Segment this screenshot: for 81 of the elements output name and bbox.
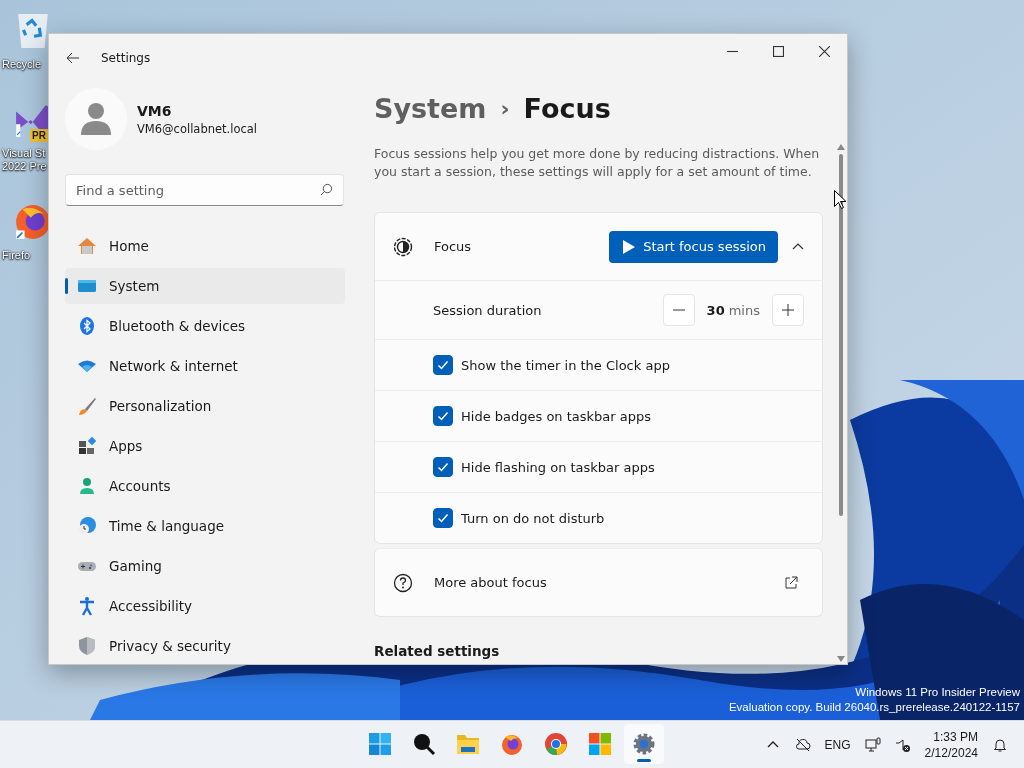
accessibility-icon [77,596,97,616]
nav-item[interactable]: Apps [65,428,345,464]
cloud-off-icon[interactable] [794,736,811,753]
brush-icon [77,396,97,416]
breadcrumb-link[interactable]: System [374,92,487,126]
checkmark-icon [437,461,449,473]
nav-item[interactable]: Accounts [65,468,345,504]
browser-icon [544,732,568,756]
page-title: Focus [523,92,611,126]
play-icon [623,239,636,254]
help-icon [393,572,413,593]
increase-button[interactable] [772,294,804,326]
nav-item[interactable]: Bluetooth & devices [65,308,345,344]
desktop-icon-label: Firefo [2,249,31,262]
external-link-icon [784,575,798,590]
nav-item[interactable]: Gaming [65,548,345,584]
gear-icon [632,732,656,756]
nav-item[interactable]: Home [65,228,345,264]
checkmark-icon [437,410,449,422]
checkbox-label: Show the timer in the Clock app [461,357,670,373]
desktop-icon-label: Recycle [2,58,42,71]
watermark-text: Windows 11 Pro Insider Preview [855,685,1020,700]
desktop-icon-label: Visual St [2,147,46,160]
language-indicator[interactable]: ENG [824,737,851,752]
plus-icon [781,303,795,317]
nav-item[interactable]: Time & language [65,508,345,544]
checkmark-icon [437,359,449,371]
search-icon [320,183,333,196]
clock[interactable]: 1:33 PM 2/12/2024 [924,728,978,761]
checkbox[interactable] [433,406,453,426]
start-session-button[interactable]: Start focus session [609,230,778,263]
decrease-button[interactable] [662,294,695,326]
desktop-icon-label: 2022 Pre [2,160,47,173]
fox-browser-icon [500,732,524,756]
section-heading: Related settings [374,643,501,659]
apps-icon [77,436,97,456]
duration-value: 30 [706,302,725,318]
preview-badge: PR [30,129,48,142]
checkbox[interactable] [433,508,453,528]
user-name: VM6 [137,102,173,119]
checkbox-label: Hide flashing on taskbar apps [461,459,655,475]
page-description: Focus sessions help you get more done by reducing distractions. When you start a session, these settings will apply for a set amount of time. [374,145,821,181]
person-icon [77,476,97,496]
user-email: VM6@collabnet.local [137,121,258,136]
duration-unit: mins [728,302,760,318]
breadcrumb-separator: › [500,95,510,123]
setting-label: Session duration [433,302,542,318]
folder-icon [456,732,480,756]
volume-muted-icon[interactable] [894,736,911,753]
scrollbar-thumb[interactable] [839,154,843,516]
card-title: Focus [434,239,472,254]
bluetooth-icon [77,316,97,336]
globe-clock-icon [77,516,97,536]
search-field[interactable]: Find a setting [65,174,344,206]
nav-item[interactable]: Accessibility [65,588,345,624]
checkbox[interactable] [433,355,453,375]
bell-icon[interactable] [992,736,1008,753]
nav-item[interactable]: Personalization [65,388,345,424]
house-icon [77,236,97,256]
back-icon[interactable] [65,50,81,66]
maximize-icon [772,45,784,57]
shield-icon [77,636,97,656]
checkbox-label: Turn on do not disturb [461,510,605,526]
scroll-up-icon[interactable] [837,144,845,150]
card-title: More about focus [434,575,547,590]
watermark-text: Evaluation copy. Build 26040.rs_prerelease.240122-1157 [728,700,1020,715]
checkbox-label: Hide badges on taskbar apps [461,408,652,424]
window-title: Settings [101,51,151,65]
start-icon [368,732,392,756]
tiles-icon [588,732,612,756]
nav-item[interactable]: Privacy & security [65,628,345,664]
more-about-card[interactable]: More about focus [374,548,823,617]
search-icon [412,732,436,756]
checkmark-icon [437,512,449,524]
checkbox[interactable] [433,457,453,477]
nav-item[interactable]: Network & internet [65,348,345,384]
focus-icon [393,236,413,257]
scroll-down-icon[interactable] [837,656,845,662]
network-icon[interactable] [864,736,881,753]
nav-item[interactable]: System [65,268,345,304]
close-icon [818,45,830,57]
